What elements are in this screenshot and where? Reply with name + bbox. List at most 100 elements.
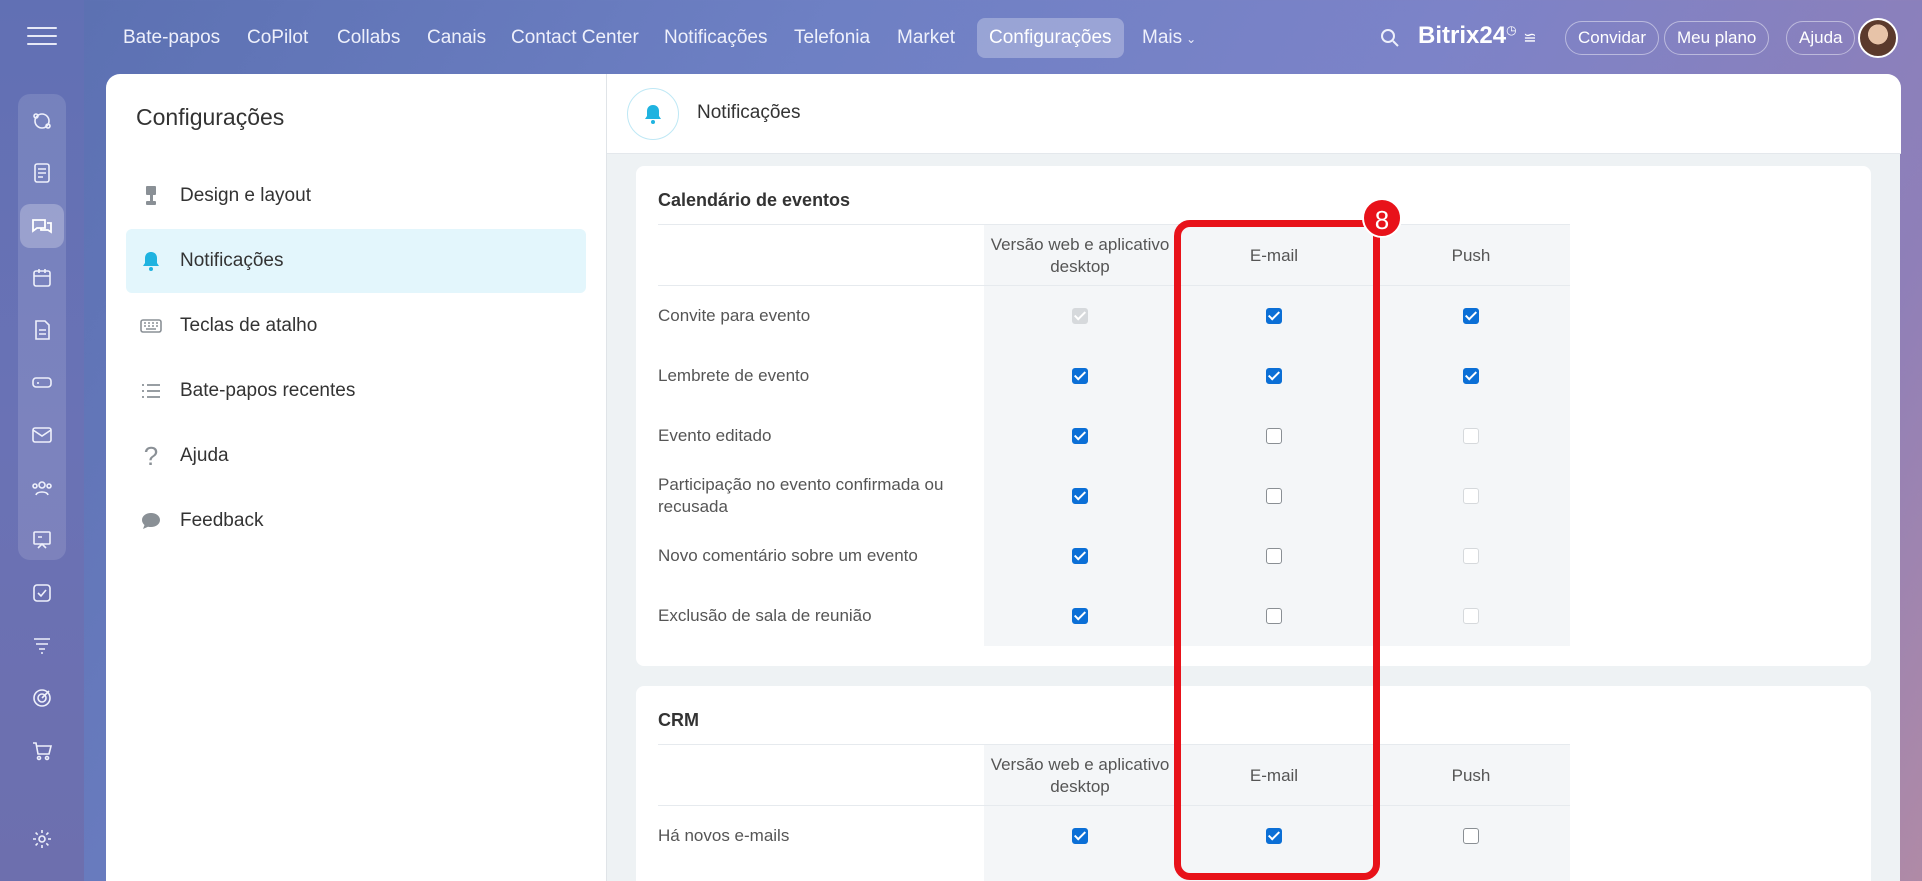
documents-icon[interactable] — [20, 308, 64, 352]
bitrix24-logo: Bitrix24◷ ≌ — [1418, 22, 1537, 50]
menu-item-label: Bate-papos recentes — [180, 380, 356, 401]
email-column-highlight — [1174, 220, 1380, 880]
nav-telefonia[interactable]: Telefonia — [782, 18, 882, 58]
menu-item-feedback[interactable]: Feedback — [126, 489, 586, 553]
menu-item-label: Feedback — [180, 510, 264, 531]
bell-icon — [136, 248, 166, 274]
table-row: Exclusão de sala de reunião — [658, 586, 1570, 646]
row-label: Evento editado — [658, 426, 772, 445]
nav-configuracoes[interactable]: Configurações — [977, 18, 1124, 58]
nav-mais[interactable]: Mais ⌄ — [1130, 18, 1208, 58]
row-label: Participação no evento confirmada ou rec… — [658, 475, 944, 516]
nav-copilot[interactable]: CoPilot — [235, 18, 320, 58]
col-header-web: Versão web e aplicativo desktop — [990, 755, 1170, 796]
logo-text: Bitrix — [1418, 22, 1480, 49]
nav-collabs[interactable]: Collabs — [325, 18, 412, 58]
user-avatar[interactable] — [1858, 18, 1898, 58]
calendar-section-title: Calendário de eventos — [658, 190, 851, 210]
row-label: Exclusão de sala de reunião — [658, 606, 872, 625]
col-header-web: Versão web e aplicativo desktop — [990, 235, 1170, 276]
clock-icon: ◷ — [1506, 23, 1517, 37]
push-checkbox — [1463, 488, 1479, 504]
hamburger-menu-icon[interactable] — [27, 27, 57, 49]
nav-mais-label: Mais — [1142, 27, 1183, 48]
question-icon: ? — [143, 440, 159, 471]
tasks-board-icon[interactable] — [20, 151, 64, 195]
nav-contact-center[interactable]: Contact Center — [499, 18, 651, 58]
nav-market[interactable]: Market — [885, 18, 967, 58]
table-header-row: Versão web e aplicativo desktop E-mail P… — [658, 744, 1570, 806]
presentation-icon[interactable] — [20, 518, 64, 562]
menu-item-notificacoes[interactable]: Notificações — [126, 229, 586, 293]
list-icon — [136, 378, 166, 404]
web-checkbox — [1072, 308, 1088, 324]
settings-sidebar: Configurações Design e layout Notificaçõ… — [106, 74, 606, 881]
settings-title: Configurações — [136, 104, 285, 130]
table-row: Convite para evento — [658, 286, 1570, 346]
brush-icon — [136, 183, 166, 209]
row-label: Lembrete de evento — [658, 366, 810, 385]
web-checkbox[interactable] — [1072, 428, 1088, 444]
top-navigation: Bate-papos CoPilot Collabs Canais Contac… — [84, 0, 1922, 74]
chat-bubble-icon — [136, 508, 166, 534]
checklist-icon[interactable] — [20, 571, 64, 615]
nav-bate-papos[interactable]: Bate-papos — [111, 18, 232, 58]
menu-item-label: Ajuda — [180, 445, 229, 466]
web-checkbox[interactable] — [1072, 548, 1088, 564]
table-header-row: Versão web e aplicativo desktop E-mail P… — [658, 224, 1570, 286]
search-icon[interactable] — [1378, 26, 1402, 50]
col-header-push: Push — [1451, 766, 1491, 785]
web-checkbox[interactable] — [1072, 488, 1088, 504]
header-bell-icon — [627, 88, 679, 140]
chevron-down-icon: ⌄ — [1186, 32, 1197, 46]
push-checkbox — [1463, 608, 1479, 624]
row-label: Há novos e-mails — [658, 826, 790, 845]
table-row: Participação no evento confirmada ou rec… — [658, 466, 1570, 526]
web-checkbox[interactable] — [1072, 828, 1088, 844]
row-label: Novo comentário sobre um evento — [658, 546, 918, 565]
chats-icon[interactable] — [20, 204, 64, 248]
left-rail — [0, 0, 84, 881]
calendar-icon[interactable] — [20, 256, 64, 300]
crm-section-title: CRM — [658, 710, 699, 730]
table-row: Há novos e-mails — [658, 806, 1570, 866]
my-plan-button[interactable]: Meu plano — [1664, 21, 1770, 55]
menu-item-teclas-atalho[interactable]: Teclas de atalho — [126, 294, 586, 358]
nav-notificacoes[interactable]: Notificações — [652, 18, 780, 58]
menu-item-bate-papos-recentes[interactable]: Bate-papos recentes — [126, 359, 586, 423]
cart-icon[interactable] — [20, 729, 64, 773]
col-header-push: Push — [1451, 246, 1491, 265]
keyboard-icon — [136, 313, 166, 339]
logo-number: 24 — [1479, 22, 1507, 49]
nav-canais[interactable]: Canais — [415, 18, 498, 58]
invite-button[interactable]: Convidar — [1565, 21, 1660, 55]
row-label: Convite para evento — [658, 306, 811, 325]
content-title: Notificações — [697, 102, 801, 123]
table-row: Novo comentário sobre um evento — [658, 526, 1570, 586]
push-checkbox — [1463, 548, 1479, 564]
contacts-icon[interactable] — [20, 466, 64, 510]
push-checkbox — [1463, 428, 1479, 444]
content-header: Notificações — [607, 74, 1901, 154]
push-checkbox[interactable] — [1463, 308, 1479, 324]
feed-icon[interactable] — [20, 99, 64, 143]
web-checkbox[interactable] — [1072, 608, 1088, 624]
menu-item-ajuda[interactable]: ? Ajuda — [126, 424, 586, 488]
step-badge: 8 — [1362, 198, 1402, 238]
table-row: Lembrete de evento — [658, 346, 1570, 406]
filter-icon[interactable] — [20, 623, 64, 667]
sliders-icon[interactable]: ≌ — [1523, 30, 1536, 47]
drive-icon[interactable] — [20, 360, 64, 404]
menu-item-label: Notificações — [180, 250, 284, 271]
target-icon[interactable] — [20, 676, 64, 720]
table-row: Evento editado — [658, 406, 1570, 466]
menu-item-design-layout[interactable]: Design e layout — [126, 164, 586, 228]
help-button[interactable]: Ajuda — [1786, 21, 1856, 55]
mail-icon[interactable] — [20, 413, 64, 457]
push-checkbox[interactable] — [1463, 828, 1479, 844]
menu-item-label: Design e layout — [180, 185, 311, 206]
menu-item-label: Teclas de atalho — [180, 315, 318, 336]
gear-icon[interactable] — [20, 817, 64, 861]
push-checkbox[interactable] — [1463, 368, 1479, 384]
web-checkbox[interactable] — [1072, 368, 1088, 384]
